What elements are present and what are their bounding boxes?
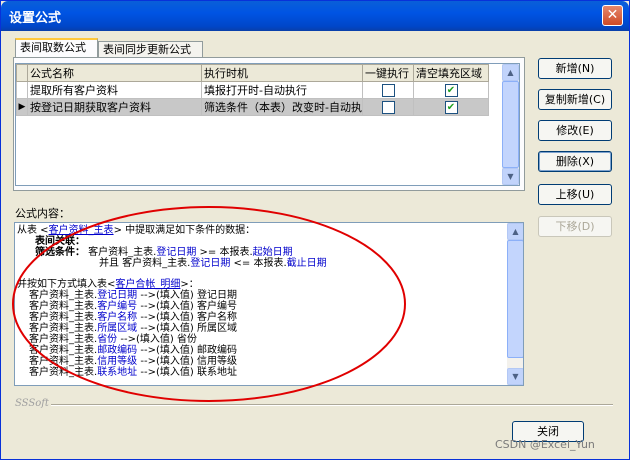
watermark-text: CSDN @Excel_Yun	[495, 438, 595, 451]
grid-vertical-scrollbar[interactable]: ▲ ▼	[502, 64, 519, 185]
formula-grid[interactable]: 公式名称 执行时机 一键执行 清空填充区域 提取所有客户资料 填报打开时-自动执…	[15, 63, 520, 186]
formula-name-cell[interactable]: 按登记日期获取客户资料	[27, 98, 202, 116]
scroll-up-arrow-icon[interactable]: ▲	[502, 64, 519, 81]
add-button[interactable]: 新增(N)	[538, 58, 612, 79]
one-click-checkbox[interactable]	[381, 100, 395, 114]
one-click-cell	[362, 81, 414, 99]
clear-fill-cell: ✔	[413, 98, 489, 116]
table-row-selected[interactable]: ▶ 按登记日期获取客户资料 筛选条件（本表）改变时-自动执 ✔	[16, 98, 489, 116]
move-down-button: 下移(D)	[538, 216, 612, 237]
row-marker	[16, 81, 28, 99]
move-up-button[interactable]: 上移(U)	[538, 184, 612, 205]
column-header-execution-timing[interactable]: 执行时机	[201, 64, 363, 82]
current-row-marker-icon: ▶	[16, 98, 28, 116]
edit-button[interactable]: 修改(E)	[538, 120, 612, 141]
scroll-thumb[interactable]	[502, 81, 519, 168]
column-header-one-click-execute[interactable]: 一键执行	[362, 64, 414, 82]
formula-vertical-scrollbar[interactable]: ▲ ▼	[507, 223, 523, 385]
delete-button[interactable]: 删除(X)	[538, 151, 612, 172]
annotation-ellipse	[12, 206, 406, 402]
execution-timing-cell[interactable]: 填报打开时-自动执行	[201, 81, 363, 99]
clear-fill-checkbox[interactable]: ✔	[444, 83, 458, 97]
scroll-down-arrow-icon[interactable]: ▼	[507, 368, 523, 385]
dialog-window: 设置公式 ✕ 表间取数公式 表间同步更新公式 公式名称 执行时机 一键执行 清空…	[0, 0, 630, 460]
formula-name-cell[interactable]: 提取所有客户资料	[27, 81, 202, 99]
execution-timing-cell[interactable]: 筛选条件（本表）改变时-自动执	[201, 98, 363, 116]
close-window-button[interactable]: ✕	[602, 5, 623, 26]
title-bar[interactable]: 设置公式 ✕	[1, 1, 629, 31]
table-row[interactable]: 提取所有客户资料 填报打开时-自动执行 ✔	[16, 81, 489, 99]
column-header-clear-fill-area[interactable]: 清空填充区域	[413, 64, 489, 82]
column-header-formula-name[interactable]: 公式名称	[27, 64, 202, 82]
one-click-checkbox[interactable]	[381, 83, 395, 97]
tab-table-fetch-formula[interactable]: 表间取数公式	[15, 38, 98, 58]
scroll-up-arrow-icon[interactable]: ▲	[507, 223, 523, 240]
clear-fill-checkbox[interactable]: ✔	[444, 100, 458, 114]
copy-add-button[interactable]: 复制新增(C)	[538, 89, 612, 110]
row-header-corner	[16, 64, 28, 82]
clear-fill-cell: ✔	[413, 81, 489, 99]
scroll-down-arrow-icon[interactable]: ▼	[502, 168, 519, 185]
one-click-cell	[362, 98, 414, 116]
scroll-thumb[interactable]	[507, 240, 523, 358]
window-title: 设置公式	[9, 11, 62, 26]
